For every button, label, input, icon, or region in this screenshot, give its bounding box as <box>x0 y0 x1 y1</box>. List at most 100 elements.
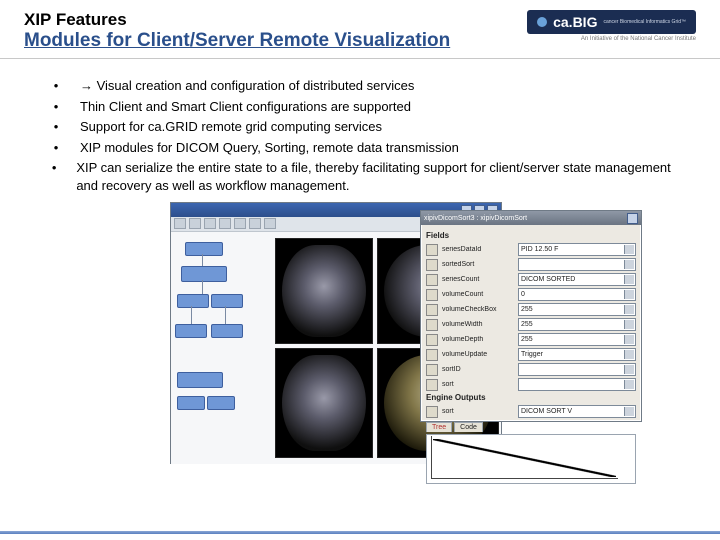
pipeline-node[interactable] <box>177 294 209 308</box>
transfer-function-graph[interactable] <box>426 434 636 484</box>
field-input[interactable]: DICOM SORT V <box>518 405 636 418</box>
toolbar-button[interactable] <box>234 218 246 229</box>
field-input[interactable]: 0 <box>518 288 636 301</box>
slide-footer-bar <box>0 531 720 534</box>
toolbar-button[interactable] <box>189 218 201 229</box>
field-name: sort <box>442 381 514 388</box>
bullet-item: • XIP can serialize the entire state to a… <box>50 159 680 194</box>
pipeline-edge <box>202 254 203 266</box>
field-icon <box>426 319 438 331</box>
title-line-2: Modules for Client/Server Remote Visuali… <box>24 30 450 52</box>
bullet-item: •→ Visual creation and configuration of … <box>50 77 680 95</box>
field-input[interactable] <box>518 378 636 391</box>
window-controls <box>627 213 638 224</box>
pipeline-edge <box>191 306 192 324</box>
tab-code[interactable]: Code <box>454 422 483 432</box>
field-input[interactable]: 255 <box>518 333 636 346</box>
pipeline-node[interactable] <box>185 242 223 256</box>
field-icon <box>426 244 438 256</box>
properties-title: xipivDicomSort3 : xipivDicomSort <box>424 215 527 222</box>
bullet-dot-icon: • <box>50 159 58 194</box>
prop-tabs: Tree Code <box>426 422 636 432</box>
field-input[interactable]: Trigger <box>518 348 636 361</box>
pipeline-edge <box>225 306 226 324</box>
slide-body: • → Visual creation and configuration of … <box>0 59 720 472</box>
properties-titlebar: xipivDicomSort3 : xipivDicomSort <box>421 211 641 225</box>
field-name: volumeDepth <box>442 336 514 343</box>
property-field-row: volumeCheckBox 255 <box>426 303 636 316</box>
field-icon <box>426 349 438 361</box>
property-field-row: seriesDataId PID 12.50 F <box>426 243 636 256</box>
property-field-row: seriesCount DICOM SORTED <box>426 273 636 286</box>
logo-text: ca.BIG <box>553 14 597 30</box>
field-name: seriesCount <box>442 276 514 283</box>
cabig-logo: ca.BIG cancer Biomedical Informatics Gri… <box>527 10 696 42</box>
field-input[interactable] <box>518 258 636 271</box>
close-icon[interactable] <box>627 213 638 224</box>
field-name: volumeUpdate <box>442 351 514 358</box>
property-field-row: sort DICOM SORT V <box>426 405 636 418</box>
scan-image-icon <box>282 245 366 337</box>
property-field-row: sort <box>426 378 636 391</box>
logo-dot-icon <box>537 17 547 27</box>
bullet-text: XIP can serialize the entire state to a … <box>76 159 680 194</box>
field-icon <box>426 406 438 418</box>
title-line-1: XIP Features <box>24 10 450 30</box>
properties-window: xipivDicomSort3 : xipivDicomSort Fields … <box>420 210 642 422</box>
scan-viewport-neck[interactable] <box>275 238 373 344</box>
toolbar-button[interactable] <box>204 218 216 229</box>
field-icon <box>426 379 438 391</box>
fields-section-label: Fields <box>426 231 636 240</box>
bullet-item: • XIP modules for DICOM Query, Sorting, r… <box>50 139 680 157</box>
field-input[interactable]: 255 <box>518 303 636 316</box>
property-field-row: volumeDepth 255 <box>426 333 636 346</box>
bullet-item: •Support for ca.GRID remote grid computi… <box>50 118 680 136</box>
pipeline-edge <box>202 280 203 294</box>
property-field-row: sortID <box>426 363 636 376</box>
graph-line-icon <box>433 439 616 477</box>
logo-tagline: An Initiative of the National Cancer Ins… <box>581 36 696 42</box>
field-icon <box>426 364 438 376</box>
property-field-row: volumeWidth 255 <box>426 318 636 331</box>
scan-viewport-axial[interactable] <box>275 348 373 458</box>
logo-subtext: cancer Biomedical Informatics Grid™ <box>603 19 686 25</box>
toolbar-button[interactable] <box>249 218 261 229</box>
field-name: volumeCount <box>442 291 514 298</box>
bullet-list: • → Visual creation and configuration of … <box>50 77 680 194</box>
property-field-row: volumeCount 0 <box>426 288 636 301</box>
tab-tree[interactable]: Tree <box>426 422 452 432</box>
field-input[interactable]: PID 12.50 F <box>518 243 636 256</box>
field-name: sort <box>442 408 514 415</box>
bullet-text: XIP modules for DICOM Query, Sorting, re… <box>80 139 459 157</box>
field-input[interactable]: 255 <box>518 318 636 331</box>
fields-list: seriesDataId PID 12.50 F sortedSort seriesC… <box>426 243 636 391</box>
properties-body: Fields seriesDataId PID 12.50 F sortedSort… <box>421 225 641 488</box>
field-icon <box>426 259 438 271</box>
bullet-text: → Visual creation and configuration of d… <box>80 77 414 95</box>
pipeline-node[interactable] <box>177 396 205 410</box>
pipeline-node[interactable] <box>181 266 227 282</box>
field-input[interactable] <box>518 363 636 376</box>
field-icon <box>426 334 438 346</box>
property-field-row: sortedSort <box>426 258 636 271</box>
toolbar-button[interactable] <box>174 218 186 229</box>
field-input[interactable]: DICOM SORTED <box>518 273 636 286</box>
pipeline-node[interactable] <box>211 324 243 338</box>
toolbar-button[interactable] <box>219 218 231 229</box>
pipeline-node[interactable] <box>175 324 207 338</box>
pipeline-node[interactable] <box>207 396 235 410</box>
outputs-list: sort DICOM SORT V <box>426 405 636 418</box>
field-name: volumeWidth <box>442 321 514 328</box>
field-name: volumeCheckBox <box>442 306 514 313</box>
pipeline-node[interactable] <box>177 372 223 388</box>
pipeline-node[interactable] <box>211 294 243 308</box>
toolbar-button[interactable] <box>264 218 276 229</box>
bullet-text: Support for ca.GRID remote grid computin… <box>80 118 382 136</box>
bullet-text: Thin Client and Smart Client configurati… <box>80 98 411 116</box>
bullet-dot-icon: • <box>50 139 62 157</box>
field-name: seriesDataId <box>442 246 514 253</box>
slide: XIP Features Modules for Client/Server R… <box>0 0 720 540</box>
bullet-item: • Thin Client and Smart Client configurat… <box>50 98 680 116</box>
bullet-dot-icon: • <box>50 98 62 116</box>
scan-image-icon <box>282 355 366 451</box>
